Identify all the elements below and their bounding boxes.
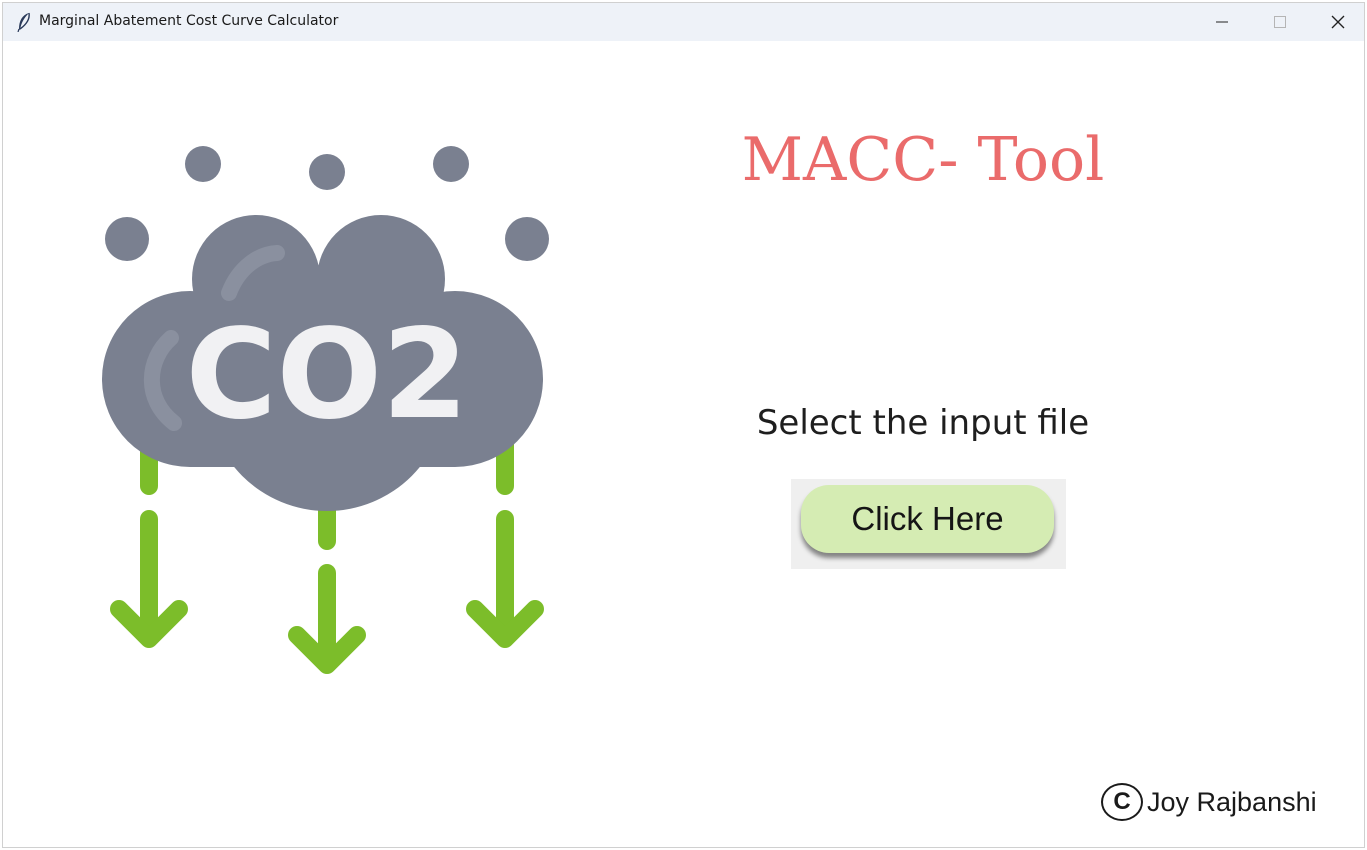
app-window: Marginal Abatement Cost Curve Calculator <box>2 2 1365 848</box>
select-file-button[interactable]: Click Here <box>801 485 1054 553</box>
close-icon <box>1331 15 1345 29</box>
feather-icon <box>17 12 30 32</box>
copyright-symbol-text: C <box>1113 788 1131 815</box>
co2-cloud-icon: CO2 <box>102 146 549 674</box>
button-frame: Click Here <box>791 479 1066 569</box>
copyright-notice: C Joy Rajbanshi <box>1101 780 1317 824</box>
maximize-button[interactable] <box>1251 3 1309 41</box>
particle-dots <box>105 146 549 261</box>
minimize-button[interactable] <box>1193 3 1251 41</box>
window-title: Marginal Abatement Cost Curve Calculator <box>39 13 339 29</box>
minimize-icon <box>1216 21 1228 23</box>
author-name: Joy Rajbanshi <box>1147 786 1317 817</box>
page-title: MACC- Tool <box>741 125 1105 195</box>
maximize-icon <box>1274 16 1286 28</box>
co2-label: CO2 <box>186 303 469 447</box>
select-file-button-label: Click Here <box>851 500 1004 537</box>
copyright-icon: C <box>1101 783 1143 821</box>
close-button[interactable] <box>1309 3 1364 41</box>
select-file-label: Select the input file <box>756 403 1090 443</box>
title-bar[interactable]: Marginal Abatement Cost Curve Calculator <box>3 3 1364 41</box>
